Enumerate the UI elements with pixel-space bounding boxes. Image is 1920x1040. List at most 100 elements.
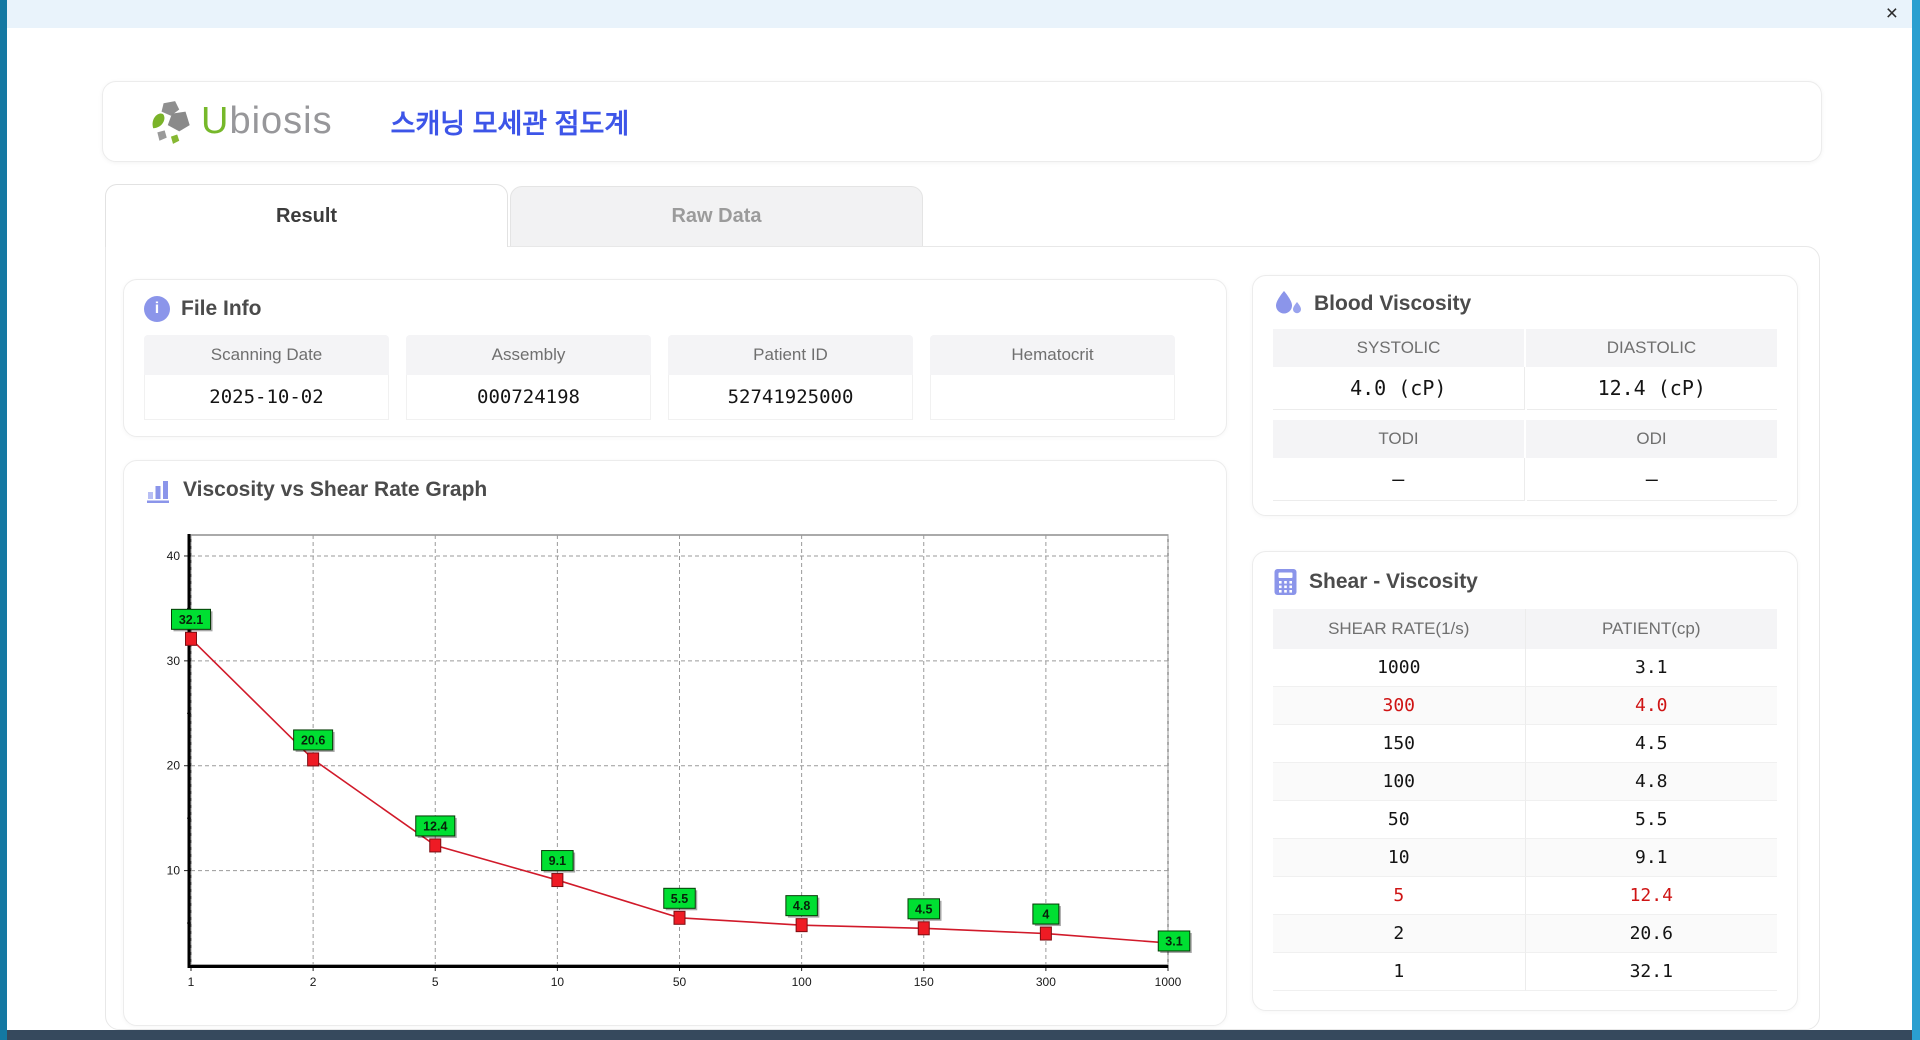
chart-point-marker (185, 631, 197, 646)
brand-name: Ubiosis (201, 100, 333, 143)
bv-header-row: TODI ODI (1273, 420, 1777, 458)
chart-point-marker (795, 918, 808, 933)
svg-text:30: 30 (167, 654, 181, 668)
window-titlebar: × (7, 0, 1912, 28)
bv-value-cell: – (1273, 458, 1525, 501)
blood-viscosity-title-row: Blood Viscosity (1273, 290, 1777, 317)
graph-card: Viscosity vs Shear Rate Graph 10 20 30 40 1 2… (123, 460, 1227, 1026)
svg-text:20.6: 20.6 (301, 733, 325, 747)
patient-viscosity-cell: 5.5 (1525, 801, 1777, 839)
bar-chart-icon (147, 481, 169, 503)
ubiosis-logo-mark-icon (152, 100, 190, 144)
table-row: 1000 3.1 (1273, 649, 1777, 687)
bv-value-row: – – (1273, 458, 1777, 501)
shear-rate-cell: 150 (1273, 725, 1526, 763)
file-info-fields: Scanning Date 2025-10-02 Assembly 000724198… (144, 335, 1206, 420)
shear-rate-cell: 1 (1273, 953, 1526, 991)
file-info-title: File Info (181, 297, 262, 320)
bv-header-cell: SYSTOLIC (1273, 329, 1524, 367)
field-label: Scanning Date (144, 335, 389, 375)
table-row: 1 32.1 (1273, 953, 1777, 991)
chart-point-marker (429, 838, 442, 853)
table-row: 5 12.4 (1273, 877, 1777, 915)
table-row: 50 5.5 (1273, 801, 1777, 839)
brand-letter-u: U (201, 100, 230, 142)
svg-text:12.4: 12.4 (423, 819, 447, 833)
file-info-field: Hematocrit (930, 335, 1175, 420)
bv-value-cell: – (1526, 458, 1777, 501)
bv-value-cell: 12.4 (cP) (1526, 367, 1777, 410)
svg-text:150: 150 (914, 975, 934, 989)
svg-text:1: 1 (188, 975, 195, 989)
window-bottom-bar (7, 1030, 1912, 1040)
field-value: 2025-10-02 (144, 375, 389, 420)
field-label: Patient ID (668, 335, 913, 375)
bv-header-row: SYSTOLIC DIASTOLIC (1273, 329, 1777, 367)
svg-text:40: 40 (167, 549, 181, 563)
brand-rest: biosis (229, 100, 333, 142)
tab-result[interactable]: Result (105, 184, 508, 247)
chart-point-marker (917, 921, 930, 936)
file-info-field: Assembly 000724198 (406, 335, 651, 420)
graph-title: Viscosity vs Shear Rate Graph (183, 478, 488, 501)
patient-viscosity-cell: 4.5 (1525, 725, 1777, 763)
patient-viscosity-cell: 9.1 (1525, 839, 1777, 877)
blood-viscosity-grid: SYSTOLIC DIASTOLIC 4.0 (cP) 12.4 (cP) TODI OD… (1273, 329, 1777, 501)
bv-header-cell: DIASTOLIC (1526, 329, 1777, 367)
svg-text:4: 4 (1042, 908, 1049, 922)
chart-point-marker (1039, 926, 1052, 941)
bv-header-cell: ODI (1526, 420, 1777, 458)
svg-text:9.1: 9.1 (549, 854, 566, 868)
y-axis: 10 20 30 40 (167, 549, 191, 924)
app-window: × Ubiosis 스캐닝 모세관 점도계 Result Raw Data i … (0, 0, 1920, 1040)
table-row: 2 20.6 (1273, 915, 1777, 953)
ubiosis-logo: Ubiosis (149, 99, 333, 145)
blood-viscosity-card: Blood Viscosity SYSTOLIC DIASTOLIC 4.0 (cP… (1252, 275, 1798, 516)
app-title-korean: 스캐닝 모세관 점도계 (390, 109, 630, 139)
shear-viscosity-title: Shear - Viscosity (1309, 570, 1478, 593)
svg-text:50: 50 (673, 975, 687, 989)
chart-point-marker (673, 910, 686, 925)
patient-viscosity-cell: 32.1 (1525, 953, 1777, 991)
table-row: 150 4.5 (1273, 725, 1777, 763)
chart-point-marker (307, 752, 320, 767)
info-circle-icon: i (144, 296, 170, 322)
table-row: 300 4.0 (1273, 687, 1777, 725)
table-row: 100 4.8 (1273, 763, 1777, 801)
field-value: 52741925000 (668, 375, 913, 420)
droplets-icon (1276, 291, 1301, 314)
svg-text:5.5: 5.5 (671, 892, 688, 906)
svg-text:2: 2 (310, 975, 317, 989)
main-area: Ubiosis 스캐닝 모세관 점도계 Result Raw Data i Fi… (7, 28, 1912, 1030)
svg-text:300: 300 (1036, 975, 1056, 989)
shear-rate-cell: 1000 (1273, 649, 1526, 687)
shear-viscosity-card: Shear - Viscosity SHEAR RATE(1/s) PATIENT… (1252, 551, 1798, 1011)
field-value (930, 375, 1175, 420)
shear-viscosity-title-row: Shear - Viscosity (1273, 568, 1777, 596)
bv-value-row: 4.0 (cP) 12.4 (cP) (1273, 367, 1777, 410)
shear-rate-cell: 5 (1273, 877, 1526, 915)
field-label: Assembly (406, 335, 651, 375)
calculator-icon (1274, 569, 1297, 595)
svg-text:10: 10 (167, 864, 181, 878)
patient-viscosity-cell: 4.0 (1525, 687, 1777, 725)
svg-text:4.8: 4.8 (793, 899, 810, 913)
file-info-card: i File Info Scanning Date 2025-10-02 Assem… (123, 279, 1227, 437)
file-info-field: Patient ID 52741925000 (668, 335, 913, 420)
result-panel: i File Info Scanning Date 2025-10-02 Assem… (105, 246, 1820, 1030)
bv-spacer (1273, 410, 1777, 420)
close-icon[interactable]: × (1886, 2, 1898, 26)
graph-title-row: Viscosity vs Shear Rate Graph (146, 477, 1214, 503)
tab-raw-data[interactable]: Raw Data (510, 186, 923, 247)
shear-rate-cell: 100 (1273, 763, 1526, 801)
svg-text:32.1: 32.1 (179, 613, 203, 627)
bv-header-cell: TODI (1273, 420, 1524, 458)
patient-viscosity-cell: 4.8 (1525, 763, 1777, 801)
shear-rate-cell: 10 (1273, 839, 1526, 877)
file-info-title-row: i File Info (144, 296, 1206, 322)
svg-text:3.1: 3.1 (1165, 934, 1182, 948)
shear-rate-cell: 50 (1273, 801, 1526, 839)
file-info-field: Scanning Date 2025-10-02 (144, 335, 389, 420)
table-header-cell: PATIENT(cp) (1525, 609, 1777, 649)
app-header: Ubiosis 스캐닝 모세관 점도계 (102, 81, 1822, 162)
